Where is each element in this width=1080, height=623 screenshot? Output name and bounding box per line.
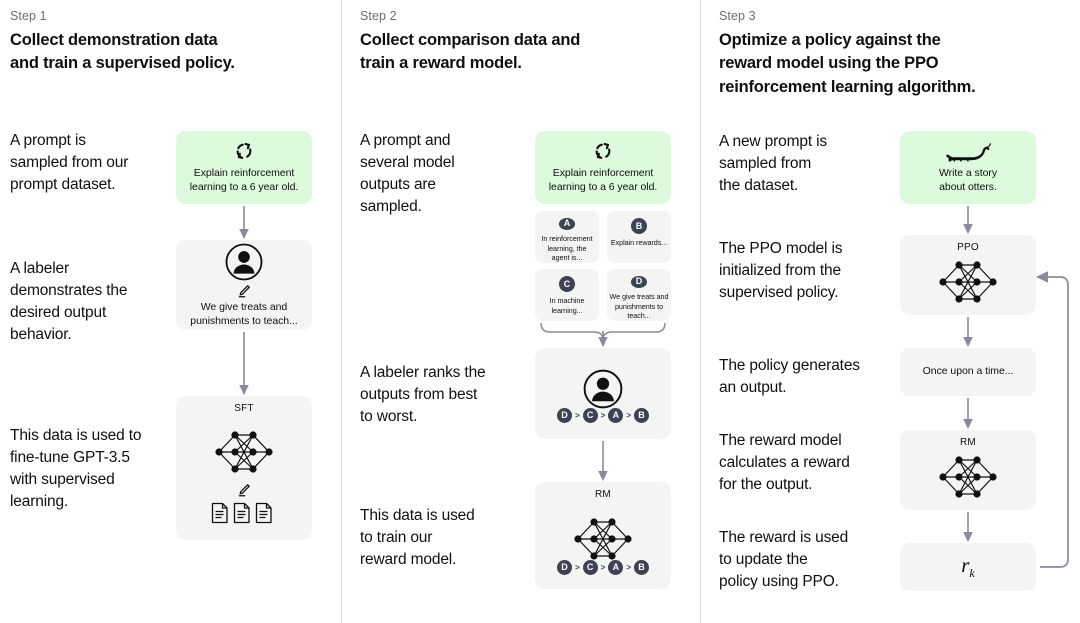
- step-2-rm-box[interactable]: RM D > C > A > B: [535, 482, 671, 589]
- step-1-description-2: A labeler demonstrates the desired outpu…: [10, 260, 128, 344]
- step-3-output-caption: Once upon a time...: [922, 365, 1014, 378]
- step-2-description-3: This data is used to train our reward mo…: [360, 507, 475, 569]
- step-3-description-4: The reward model calculates a reward for…: [719, 432, 850, 494]
- option-text-d: We give treats and punishments to teach.…: [609, 291, 669, 321]
- option-text-a: In reinforcement learning, the agent is.…: [541, 233, 593, 263]
- step-3-reward-box[interactable]: rk: [900, 543, 1036, 591]
- step-1-description-1: A prompt is sampled from our prompt data…: [10, 132, 129, 194]
- rm-rank-sep-3: >: [626, 563, 631, 572]
- step-2-prompt-caption: Explain reinforcement learning to a 6 ye…: [548, 166, 658, 193]
- step-3-rm-box[interactable]: RM: [900, 430, 1036, 510]
- rm-rank-badge-2: C: [582, 560, 598, 575]
- step-1-sft-label: SFT: [234, 403, 254, 414]
- step-label-1: Step 1: [10, 9, 47, 23]
- column-step-2: Step 2 Collect comparison data and train…: [341, 0, 700, 623]
- reward-symbol-subscript: k: [969, 566, 975, 581]
- rank-sep-2: >: [600, 411, 606, 420]
- neural-network-icon: [568, 513, 638, 565]
- pencil-icon: [236, 283, 252, 299]
- step-title-1: Collect demonstration data and train a s…: [10, 31, 235, 73]
- ranking-row-rm: D > C > A > B: [535, 560, 671, 575]
- rm-rank-sep-2: >: [600, 563, 606, 572]
- person-icon: [224, 242, 264, 282]
- rank-badge-1: D: [556, 408, 572, 423]
- neural-network-icon: [933, 451, 1003, 503]
- option-card-a[interactable]: A In reinforcement learning, the agent i…: [535, 211, 599, 263]
- rank-badge-2: C: [582, 408, 598, 423]
- step-1-sft-box[interactable]: SFT: [176, 396, 312, 540]
- step-3-prompt-caption: Write a story about otters.: [938, 167, 998, 193]
- rlhf-diagram: Step 1 Collect demonstration data and tr…: [0, 0, 1080, 623]
- pencil-icon: [236, 482, 252, 498]
- person-icon: [582, 368, 624, 410]
- rank-sep-3: >: [626, 411, 631, 420]
- neural-network-icon: [209, 426, 279, 478]
- step-1-prompt-caption: Explain reinforcement learning to a 6 ye…: [189, 166, 299, 193]
- refresh-cycle-icon: [593, 141, 613, 161]
- option-badge-c: C: [559, 276, 575, 292]
- otter-icon: [945, 140, 991, 162]
- column-step-1: Step 1 Collect demonstration data and tr…: [0, 0, 341, 623]
- step-1-description-3: This data is used to fine-tune GPT-3.5 w…: [10, 427, 142, 511]
- rm-rank-sep-1: >: [574, 563, 580, 572]
- option-card-c[interactable]: C In machine learning...: [535, 269, 599, 321]
- column-step-3: Step 3 Optimize a policy against the rew…: [700, 0, 1080, 623]
- rank-badge-3: A: [608, 408, 624, 423]
- option-text-c: In machine learning...: [549, 296, 585, 315]
- step-3-rm-label: RM: [960, 437, 976, 448]
- step-2-ranker-box[interactable]: D > C > A > B: [535, 348, 671, 439]
- rm-rank-badge-4: B: [634, 560, 649, 575]
- step-1-prompt-box[interactable]: Explain reinforcement learning to a 6 ye…: [176, 131, 312, 204]
- step-2-prompt-box[interactable]: Explain reinforcement learning to a 6 ye…: [535, 131, 671, 204]
- step-1-labeler-caption: We give treats and punishments to teach.…: [190, 300, 298, 327]
- step-3-ppo-box[interactable]: PPO: [900, 235, 1036, 315]
- reward-symbol: rk: [961, 553, 975, 581]
- step-label-2: Step 2: [360, 9, 397, 23]
- documents-icon: [211, 502, 277, 524]
- step-1-labeler-box[interactable]: We give treats and punishments to teach.…: [176, 240, 312, 330]
- step-3-description-5: The reward is used to update the policy …: [719, 529, 849, 591]
- rm-rank-badge-1: D: [556, 560, 572, 575]
- step-label-3: Step 3: [719, 9, 756, 23]
- step-3-prompt-box[interactable]: Write a story about otters.: [900, 131, 1036, 204]
- step-2-description-1: A prompt and several model outputs are s…: [360, 132, 455, 216]
- step-3-description-2: The PPO model is initialized from the su…: [719, 240, 843, 302]
- step-title-2: Collect comparison data and train a rewa…: [360, 31, 581, 73]
- step-2-rm-label: RM: [595, 489, 611, 500]
- step-title-3: Optimize a policy against the reward mod…: [719, 31, 976, 96]
- option-card-b[interactable]: B Explain rewards...: [607, 211, 671, 263]
- step-3-description-1: A new prompt is sampled from the dataset…: [719, 133, 828, 195]
- ranking-row-labeler: D > C > A > B: [535, 408, 671, 423]
- option-card-d[interactable]: D We give treats and punishments to teac…: [607, 269, 671, 321]
- option-text-b: Explain rewards...: [610, 238, 668, 247]
- rm-rank-badge-3: A: [608, 560, 624, 575]
- step-2-description-2: A labeler ranks the outputs from best to…: [360, 364, 486, 426]
- step-3-ppo-label: PPO: [957, 242, 979, 253]
- rank-sep-1: >: [574, 411, 580, 420]
- refresh-cycle-icon: [234, 141, 254, 161]
- option-badge-b: B: [631, 218, 647, 234]
- rank-badge-4: B: [634, 408, 649, 423]
- neural-network-icon: [933, 256, 1003, 308]
- step-3-output-box[interactable]: Once upon a time...: [900, 348, 1036, 396]
- step-3-description-3: The policy generates an output.: [719, 357, 860, 397]
- option-badge-a: A: [559, 218, 575, 230]
- option-badge-d: D: [631, 276, 647, 288]
